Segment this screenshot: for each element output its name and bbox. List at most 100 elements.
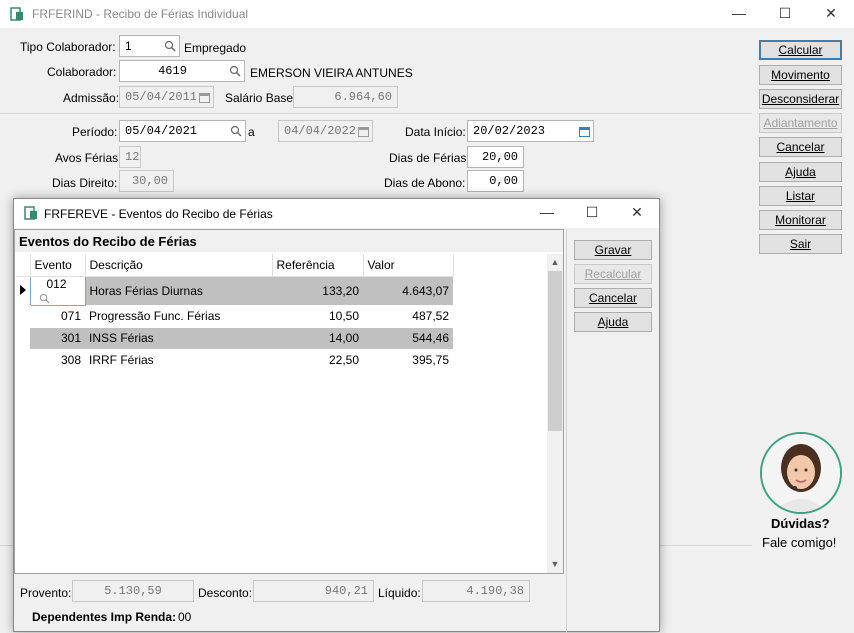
avos-ferias-field: 12 xyxy=(119,146,141,168)
periodo-separator: a xyxy=(248,125,255,139)
recalcular-button: Recalcular xyxy=(574,264,652,284)
help-title: Dúvidas? xyxy=(771,516,830,531)
col-evento[interactable]: Evento xyxy=(30,254,86,277)
ajuda-button[interactable]: Ajuda xyxy=(759,162,842,182)
dependentes-label: Dependentes Imp Renda: xyxy=(32,610,177,624)
search-icon[interactable] xyxy=(226,120,246,142)
dialog-title-bar: FRFEREVE - Eventos do Recibo de Férias —… xyxy=(14,199,659,228)
data-inicio-label: Data Início: xyxy=(405,125,466,139)
eventos-dialog: FRFEREVE - Eventos do Recibo de Férias —… xyxy=(13,198,660,633)
tipo-colaborador-desc: Empregado xyxy=(184,41,247,55)
app-icon xyxy=(24,206,37,220)
col-descricao[interactable]: Descrição xyxy=(85,254,273,277)
scroll-up-icon[interactable]: ▲ xyxy=(547,254,563,270)
descricao-cell: INSS Férias xyxy=(85,327,272,350)
close-icon[interactable]: ✕ xyxy=(614,201,660,225)
app-icon xyxy=(10,7,23,21)
events-panel: Eventos do Recibo de Férias Evento Descr… xyxy=(14,229,564,574)
periodo-end-field: 04/04/2022 xyxy=(278,120,356,142)
periodo-start-input[interactable]: 05/04/2021 xyxy=(119,120,227,142)
salario-base-label: Salário Base: xyxy=(225,91,297,105)
calcular-button[interactable]: Calcular xyxy=(759,40,842,60)
referencia-cell: 14,00 xyxy=(272,327,363,350)
scroll-down-icon[interactable]: ▼ xyxy=(547,556,563,572)
gravar-button[interactable]: Gravar xyxy=(574,240,652,260)
maximize-icon[interactable]: ☐ xyxy=(569,201,615,225)
scroll-thumb[interactable] xyxy=(548,271,562,431)
ajuda-button[interactable]: Ajuda xyxy=(574,312,652,332)
row-pointer-icon xyxy=(16,276,30,306)
events-table: Evento Descrição Referência Valor 012 Ho… xyxy=(16,254,454,372)
desconsiderar-button[interactable]: Desconsiderar xyxy=(759,89,842,109)
colaborador-label: Colaborador: xyxy=(47,65,117,79)
listar-button[interactable]: Listar xyxy=(759,186,842,206)
table-row[interactable]: 301 INSS Férias 14,00 544,46 xyxy=(16,327,453,350)
close-icon[interactable]: ✕ xyxy=(808,2,854,26)
liquido-field: 4.190,38 xyxy=(422,580,530,602)
movimento-button[interactable]: Movimento xyxy=(759,65,842,85)
col-valor[interactable]: Valor xyxy=(363,254,454,277)
valor-cell: 544,46 xyxy=(363,327,453,350)
admissao-field: 05/04/2011 xyxy=(119,86,197,108)
referencia-cell: 133,20 xyxy=(272,276,363,306)
evento-cell: 308 xyxy=(30,349,85,372)
cancelar-button[interactable]: Cancelar xyxy=(574,288,652,308)
liquido-label: Líquido: xyxy=(378,586,421,600)
valor-cell: 4.643,07 xyxy=(363,276,453,306)
maximize-icon[interactable]: ☐ xyxy=(762,2,808,26)
descricao-cell: Progressão Func. Férias xyxy=(85,305,272,328)
dialog-title: FRFEREVE - Eventos do Recibo de Férias xyxy=(44,207,273,221)
cancelar-button[interactable]: Cancelar xyxy=(759,137,842,157)
dias-ferias-label: Dias de Férias: xyxy=(389,151,470,165)
indicator-header xyxy=(16,254,31,277)
salario-base-field: 6.964,60 xyxy=(293,86,398,108)
help-avatar[interactable] xyxy=(760,432,842,514)
table-row[interactable]: 308 IRRF Férias 22,50 395,75 xyxy=(16,349,453,372)
search-icon[interactable] xyxy=(225,60,245,82)
section-header: Eventos do Recibo de Férias xyxy=(15,230,563,252)
window-title: FRFERIND - Recibo de Férias Individual xyxy=(32,7,249,21)
provento-label: Provento: xyxy=(20,586,72,600)
col-referencia[interactable]: Referência xyxy=(272,254,364,277)
table-row[interactable]: 012 Horas Férias Diurnas 133,20 4.643,07 xyxy=(16,275,453,306)
evento-cell: 301 xyxy=(30,327,85,350)
calendar-icon xyxy=(355,120,373,142)
evento-cell-editing[interactable]: 012 xyxy=(29,275,86,306)
vertical-scrollbar[interactable]: ▲ ▼ xyxy=(547,254,563,573)
monitorar-button[interactable]: Monitorar xyxy=(759,210,842,230)
admissao-label: Admissão: xyxy=(63,91,120,105)
calendar-icon[interactable] xyxy=(576,120,594,142)
referencia-cell: 22,50 xyxy=(272,349,363,372)
dias-abono-label: Dias de Abono: xyxy=(384,176,466,190)
sair-button[interactable]: Sair xyxy=(759,234,842,254)
search-icon[interactable] xyxy=(39,293,50,304)
descricao-cell: IRRF Férias xyxy=(85,349,272,372)
avos-ferias-label: Avos Férias: xyxy=(55,151,122,165)
search-icon[interactable] xyxy=(160,35,180,57)
dias-direito-label: Dias Direito: xyxy=(52,176,118,190)
dias-direito-field: 30,00 xyxy=(119,170,174,192)
provento-field: 5.130,59 xyxy=(72,580,194,602)
desconto-label: Desconto: xyxy=(198,586,253,600)
valor-cell: 487,52 xyxy=(363,305,453,328)
dependentes-value: 00 xyxy=(178,610,192,624)
valor-cell: 395,75 xyxy=(363,349,453,372)
tipo-colaborador-input[interactable]: 1 xyxy=(119,35,161,57)
referencia-cell: 10,50 xyxy=(272,305,363,328)
dias-ferias-input[interactable]: 20,00 xyxy=(467,146,524,168)
table-row[interactable]: 071 Progressão Func. Férias 10,50 487,52 xyxy=(16,305,453,328)
tipo-colaborador-label: Tipo Colaborador: xyxy=(20,40,116,54)
minimize-icon[interactable]: — xyxy=(716,2,762,26)
minimize-icon[interactable]: — xyxy=(524,201,570,225)
descricao-cell: Horas Férias Diurnas xyxy=(85,276,272,306)
divider xyxy=(566,229,567,633)
help-subtitle: Fale comigo! xyxy=(762,535,837,550)
data-inicio-input[interactable]: 20/02/2023 xyxy=(467,120,577,142)
periodo-label: Período: xyxy=(72,125,118,139)
calendar-icon xyxy=(196,86,214,108)
dias-abono-input[interactable]: 0,00 xyxy=(467,170,524,192)
colaborador-name: EMERSON VIEIRA ANTUNES xyxy=(250,66,413,80)
colaborador-input[interactable]: 4619 xyxy=(119,60,226,82)
title-bar: FRFERIND - Recibo de Férias Individual —… xyxy=(0,0,854,28)
evento-cell: 071 xyxy=(30,305,85,328)
